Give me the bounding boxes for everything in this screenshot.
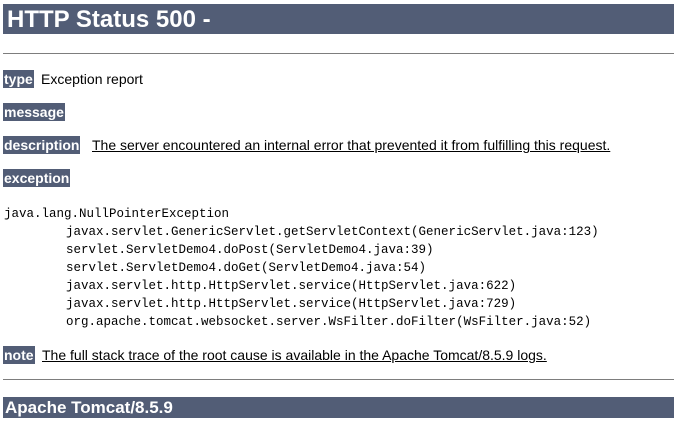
stack-frame: javax.servlet.http.HttpServlet.service(H… — [66, 297, 517, 311]
stack-frame: javax.servlet.GenericServlet.getServletC… — [66, 225, 599, 239]
stack-frame: org.apache.tomcat.websocket.server.WsFil… — [66, 315, 592, 329]
stack-frame: servlet.ServletDemo4.doGet(ServletDemo4.… — [66, 261, 427, 275]
server-footer-bar: Apache Tomcat/8.5.9 — [3, 397, 674, 418]
server-signature: Apache Tomcat/8.5.9 — [5, 398, 173, 417]
note-value: The full stack trace of the root cause i… — [42, 347, 547, 363]
note-label: note — [3, 346, 35, 364]
page-title: HTTP Status 500 - — [7, 6, 211, 33]
top-divider — [3, 53, 674, 54]
type-label: type — [3, 70, 34, 88]
bottom-divider — [3, 379, 674, 380]
stack-frame: javax.servlet.http.HttpServlet.service(H… — [66, 279, 517, 293]
stack-frame: servlet.ServletDemo4.doPost(ServletDemo4… — [66, 243, 434, 257]
exception-label: exception — [3, 169, 71, 187]
page-title-bar: HTTP Status 500 - — [3, 4, 674, 34]
exception-class-line: java.lang.NullPointerException — [4, 207, 230, 221]
description-value: The server encountered an internal error… — [92, 137, 611, 153]
type-value: Exception report — [41, 71, 143, 87]
exception-stack-trace: java.lang.NullPointerException javax.serv… — [4, 205, 599, 331]
message-label: message — [3, 103, 65, 121]
description-label: description — [3, 136, 81, 154]
